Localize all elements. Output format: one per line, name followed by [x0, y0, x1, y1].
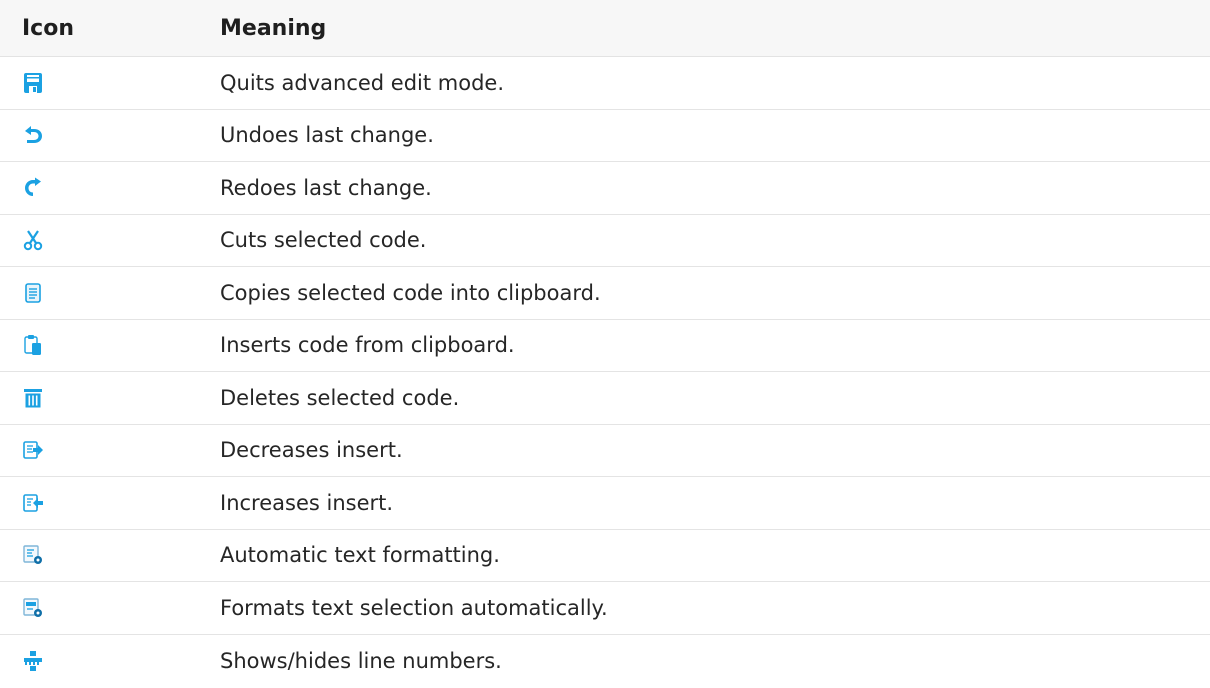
- table-row: Cuts selected code.: [0, 215, 1210, 267]
- scissors-icon: [23, 230, 43, 251]
- row-meaning: Undoes last change.: [220, 123, 434, 148]
- table-row: Deletes selected code.: [0, 372, 1210, 425]
- row-meaning: Increases insert.: [220, 490, 394, 515]
- row-meaning: Formats text selection automatically.: [220, 595, 608, 620]
- row-meaning: Automatic text formatting.: [220, 543, 500, 568]
- table-row: Quits advanced edit mode.: [0, 57, 1210, 110]
- undo-icon: [25, 126, 42, 144]
- auto-format-icon: [23, 545, 42, 565]
- row-meaning: Quits advanced edit mode.: [220, 70, 505, 95]
- row-meaning: Decreases insert.: [220, 438, 403, 463]
- format-selection-icon: [23, 598, 42, 617]
- row-meaning: Redoes last change.: [220, 175, 432, 200]
- table-row: Redoes last change.: [0, 162, 1210, 215]
- row-meaning: Deletes selected code.: [220, 385, 460, 410]
- table-row: Shows/hides line numbers.: [0, 635, 1210, 688]
- header-icon: Icon: [22, 15, 75, 41]
- row-meaning: Inserts code from clipboard.: [220, 333, 515, 358]
- table-row: Increases insert.: [0, 477, 1210, 530]
- save-icon: [24, 72, 42, 93]
- paste-icon: [24, 335, 41, 356]
- line-numbers-icon: [24, 650, 42, 671]
- header-meaning: Meaning: [220, 15, 327, 41]
- trash-icon: [24, 388, 42, 408]
- table-header: Icon Meaning: [0, 0, 1210, 57]
- icon-meaning-table: Icon Meaning Quits advanced edit mode. U…: [0, 0, 1210, 687]
- redo-icon: [25, 177, 41, 196]
- copy-icon: [25, 282, 41, 303]
- row-meaning: Shows/hides line numbers.: [220, 648, 502, 673]
- table-row: Copies selected code into clipboard.: [0, 267, 1210, 320]
- row-meaning: Cuts selected code.: [220, 228, 427, 253]
- table-row: Undoes last change.: [0, 110, 1210, 162]
- indent-icon: [23, 493, 43, 512]
- outdent-icon: [23, 441, 43, 460]
- row-meaning: Copies selected code into clipboard.: [220, 280, 601, 305]
- table-row: Formats text selection automatically.: [0, 582, 1210, 635]
- table-row: Automatic text formatting.: [0, 530, 1210, 582]
- table-row: Decreases insert.: [0, 425, 1210, 477]
- table-row: Inserts code from clipboard.: [0, 320, 1210, 372]
